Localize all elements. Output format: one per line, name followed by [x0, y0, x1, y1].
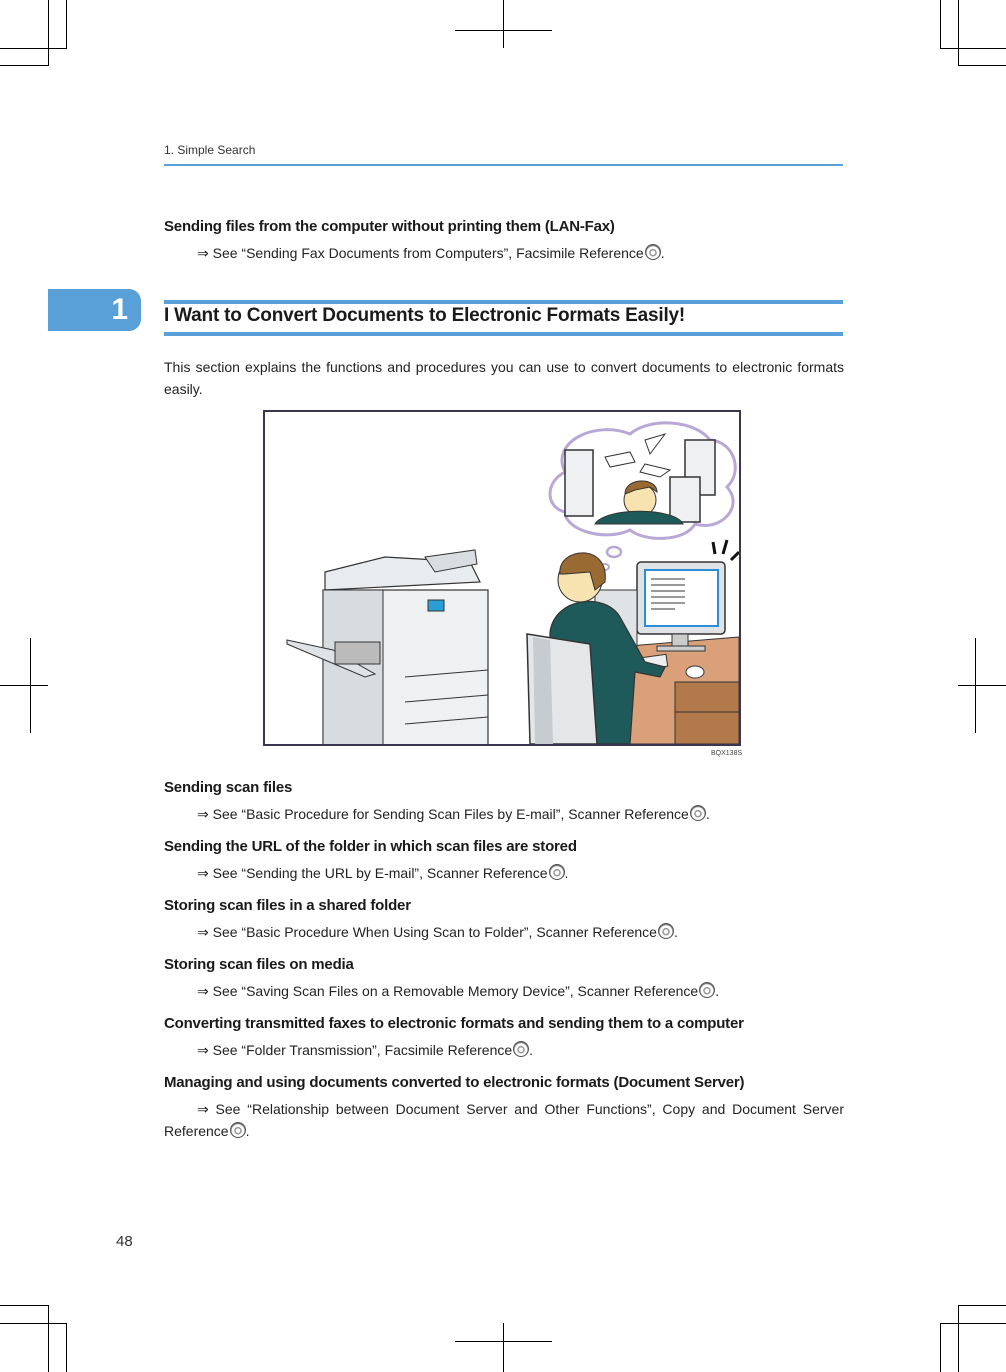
item-fax-conversion: Converting transmitted faxes to electron… — [164, 1015, 844, 1061]
cd-rom-icon — [548, 864, 565, 880]
item-sending-url: Sending the URL of the folder in which s… — [164, 838, 844, 884]
item-heading: Sending scan files — [164, 779, 293, 796]
item-heading: Managing and using documents converted t… — [164, 1074, 745, 1091]
header-rule — [164, 164, 843, 166]
item-reference[interactable]: ⇒ See “Sending the URL by E-mail”, Scann… — [164, 862, 844, 884]
item-shared-folder: Storing scan files in a shared folder ⇒ … — [164, 897, 844, 943]
cd-rom-icon — [513, 1041, 530, 1057]
item-media: Storing scan files on media ⇒ See “Savin… — [164, 956, 844, 1002]
item-reference[interactable]: ⇒ See “Basic Procedure When Using Scan t… — [164, 921, 844, 943]
server-icon — [669, 476, 701, 523]
item-reference[interactable]: ⇒ See “Basic Procedure for Sending Scan … — [164, 803, 844, 825]
section-rule-top — [164, 300, 843, 304]
chapter-tab: 1 — [48, 289, 141, 331]
thought-bubble — [548, 421, 737, 571]
item-reference[interactable]: ⇒ See “Sending Fax Documents from Comput… — [164, 242, 844, 264]
cd-rom-icon — [229, 1122, 246, 1138]
item-document-server: Managing and using documents converted t… — [164, 1074, 844, 1142]
multifunction-printer — [286, 549, 489, 744]
item-reference[interactable]: ⇒ See “Saving Scan Files on a Removable … — [164, 980, 844, 1002]
server-icon — [564, 449, 594, 517]
cd-rom-icon — [699, 982, 716, 998]
page-number: 48 — [116, 1233, 133, 1250]
item-heading: Sending files from the computer without … — [164, 218, 615, 235]
illustration — [263, 410, 741, 746]
cd-rom-icon — [644, 244, 661, 260]
office-chair — [526, 633, 598, 744]
section-rule-bottom — [164, 332, 843, 336]
item-heading: Sending the URL of the folder in which s… — [164, 838, 577, 855]
section-intro: This section explains the functions and … — [164, 359, 844, 397]
illustration-svg — [286, 421, 739, 744]
breadcrumb: 1. Simple Search — [164, 143, 256, 157]
item-reference[interactable]: ⇒ See “Folder Transmission”, Facsimile R… — [164, 1039, 844, 1061]
cd-rom-icon — [657, 923, 674, 939]
item-heading: Converting transmitted faxes to electron… — [164, 1015, 744, 1032]
item-lan-fax: Sending files from the computer without … — [164, 218, 844, 264]
item-sending-scan-files: Sending scan files ⇒ See “Basic Procedur… — [164, 779, 844, 825]
figure-code: BQX138S — [711, 750, 743, 757]
item-heading: Storing scan files in a shared folder — [164, 897, 411, 914]
item-heading: Storing scan files on media — [164, 956, 354, 973]
item-reference[interactable]: ⇒ See “Relationship between Document Ser… — [164, 1098, 844, 1142]
section-title: I Want to Convert Documents to Electroni… — [164, 305, 686, 326]
cd-rom-icon — [689, 805, 706, 821]
